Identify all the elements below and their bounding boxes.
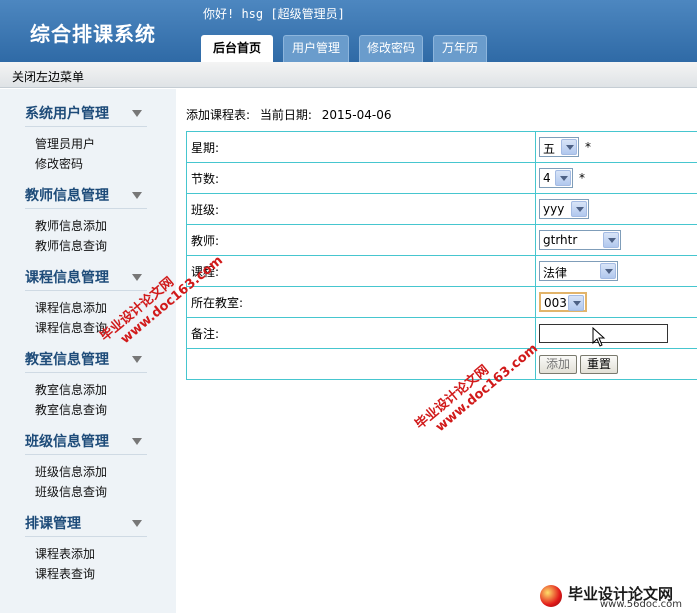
form-row: 课程: 法律 xyxy=(186,255,697,287)
sidebar-item-schedule-add[interactable]: 课程表添加 xyxy=(35,545,95,562)
room-value: 003 xyxy=(544,296,567,310)
corner-watermark-logo: 毕业设计论文网 www.56doc.com xyxy=(520,575,697,613)
sidebar-item-course-add[interactable]: 课程信息添加 xyxy=(35,299,107,316)
sidebar-group-title: 班级信息管理 xyxy=(25,434,109,450)
sidebar-group-header[interactable]: 教师信息管理 xyxy=(25,185,147,209)
form-row: 所在教室: 003 xyxy=(186,286,697,318)
class-label: 班级: xyxy=(186,193,536,225)
chevron-down-icon xyxy=(132,356,142,363)
date-value: 2015-04-06 xyxy=(321,108,392,122)
user-greeting: 你好! hsg [超级管理员] xyxy=(203,7,345,21)
tab-home[interactable]: 后台首页 xyxy=(201,35,273,63)
course-select[interactable]: 法律 xyxy=(539,261,618,281)
period-label: 节数: xyxy=(186,162,536,194)
close-left-menu-link[interactable]: 关闭左边菜单 xyxy=(12,68,84,85)
room-label: 所在教室: xyxy=(186,286,536,318)
remark-label: 备注: xyxy=(186,317,536,349)
sidebar-group-title: 系统用户管理 xyxy=(25,106,109,122)
tab-change-password[interactable]: 修改密码 xyxy=(359,35,423,62)
sidebar-item-teacher-query[interactable]: 教师信息查询 xyxy=(35,237,107,254)
weekday-select[interactable]: 五 xyxy=(539,137,579,157)
chevron-down-icon xyxy=(132,274,142,281)
tab-calendar[interactable]: 万年历 xyxy=(433,35,487,62)
sidebar-item-class-query[interactable]: 班级信息查询 xyxy=(35,483,107,500)
globe-logo-icon xyxy=(540,585,562,607)
sidebar-item-classroom-query[interactable]: 教室信息查询 xyxy=(35,401,107,418)
add-button[interactable]: 添加 xyxy=(539,354,578,374)
form-row: 节数: 4 * xyxy=(186,162,697,194)
date-label: 当前日期: xyxy=(259,108,312,122)
chevron-down-icon xyxy=(132,520,142,527)
required-mark: * xyxy=(579,170,585,185)
sidebar-group-title: 教师信息管理 xyxy=(25,188,109,204)
sidebar-item-admin-users[interactable]: 管理员用户 xyxy=(35,135,95,152)
app-title: 综合排课系统 xyxy=(30,22,156,46)
weekday-label: 星期: xyxy=(186,131,536,163)
form-row: 星期: 五 * xyxy=(186,131,697,163)
class-value: yyy xyxy=(543,202,565,216)
chevron-down-icon xyxy=(571,201,587,217)
period-value: 4 xyxy=(543,171,551,185)
chevron-down-icon xyxy=(603,232,619,248)
sidebar-item-schedule-query[interactable]: 课程表查询 xyxy=(35,565,95,582)
sidebar-item-teacher-add[interactable]: 教师信息添加 xyxy=(35,217,107,234)
sidebar-group-header[interactable]: 排课管理 xyxy=(25,513,147,537)
form-row: 教师: gtrhtr xyxy=(186,224,697,256)
form-row: 班级: yyy xyxy=(186,193,697,225)
chevron-down-icon xyxy=(132,192,142,199)
sidebar-group-title: 排课管理 xyxy=(25,516,81,532)
teacher-value: gtrhtr xyxy=(543,233,578,247)
weekday-value: 五 xyxy=(543,142,556,156)
teacher-label: 教师: xyxy=(186,224,536,256)
sidebar-group-header[interactable]: 班级信息管理 xyxy=(25,431,147,455)
corner-url: www.56doc.com xyxy=(600,599,683,610)
chevron-down-icon xyxy=(132,438,142,445)
page-info: 添加课程表: 当前日期: 2015-04-06 xyxy=(186,106,398,123)
reset-button[interactable]: 重置 xyxy=(580,354,619,374)
sidebar-group-header[interactable]: 教室信息管理 xyxy=(25,349,147,373)
schedule-form: 星期: 五 * 节数: 4 * 班级: yyy 教师: gtrhtr 课程: 法… xyxy=(186,131,697,380)
sidebar-group-header[interactable]: 系统用户管理 xyxy=(25,103,147,127)
period-select[interactable]: 4 xyxy=(539,168,573,188)
chevron-down-icon xyxy=(561,139,577,155)
sidebar-item-course-query[interactable]: 课程信息查询 xyxy=(35,319,107,336)
sidebar-item-class-add[interactable]: 班级信息添加 xyxy=(35,463,107,480)
required-mark: * xyxy=(585,139,591,154)
tab-user-management[interactable]: 用户管理 xyxy=(283,35,349,62)
top-header: 综合排课系统 你好! hsg [超级管理员] 后台首页 用户管理 修改密码 万年… xyxy=(0,0,697,63)
main-content: 添加课程表: 当前日期: 2015-04-06 星期: 五 * 节数: 4 * xyxy=(176,89,697,613)
form-row: 备注: xyxy=(186,317,697,349)
sidebar-item-change-password[interactable]: 修改密码 xyxy=(35,155,83,172)
chevron-down-icon xyxy=(132,110,142,117)
page-title: 添加课程表: xyxy=(186,108,251,122)
class-select[interactable]: yyy xyxy=(539,199,589,219)
sidebar-item-classroom-add[interactable]: 教室信息添加 xyxy=(35,381,107,398)
form-actions-row: 添加 重置 xyxy=(186,348,697,380)
chevron-down-icon xyxy=(555,170,571,186)
chevron-down-icon xyxy=(568,295,584,311)
sidebar-group-header[interactable]: 课程信息管理 xyxy=(25,267,147,291)
sidebar-group-title: 课程信息管理 xyxy=(25,270,109,286)
course-value: 法律 xyxy=(543,266,568,280)
room-select[interactable]: 003 xyxy=(539,292,587,312)
sidebar-group-title: 教室信息管理 xyxy=(25,352,109,368)
course-label: 课程: xyxy=(186,255,536,287)
teacher-select[interactable]: gtrhtr xyxy=(539,230,621,250)
sidebar: 系统用户管理 管理员用户 修改密码 教师信息管理 教师信息添加 教师信息查询 课… xyxy=(0,89,176,613)
mouse-cursor-icon xyxy=(592,327,606,347)
toggle-bar: 关闭左边菜单 xyxy=(0,62,697,88)
chevron-down-icon xyxy=(600,263,616,279)
